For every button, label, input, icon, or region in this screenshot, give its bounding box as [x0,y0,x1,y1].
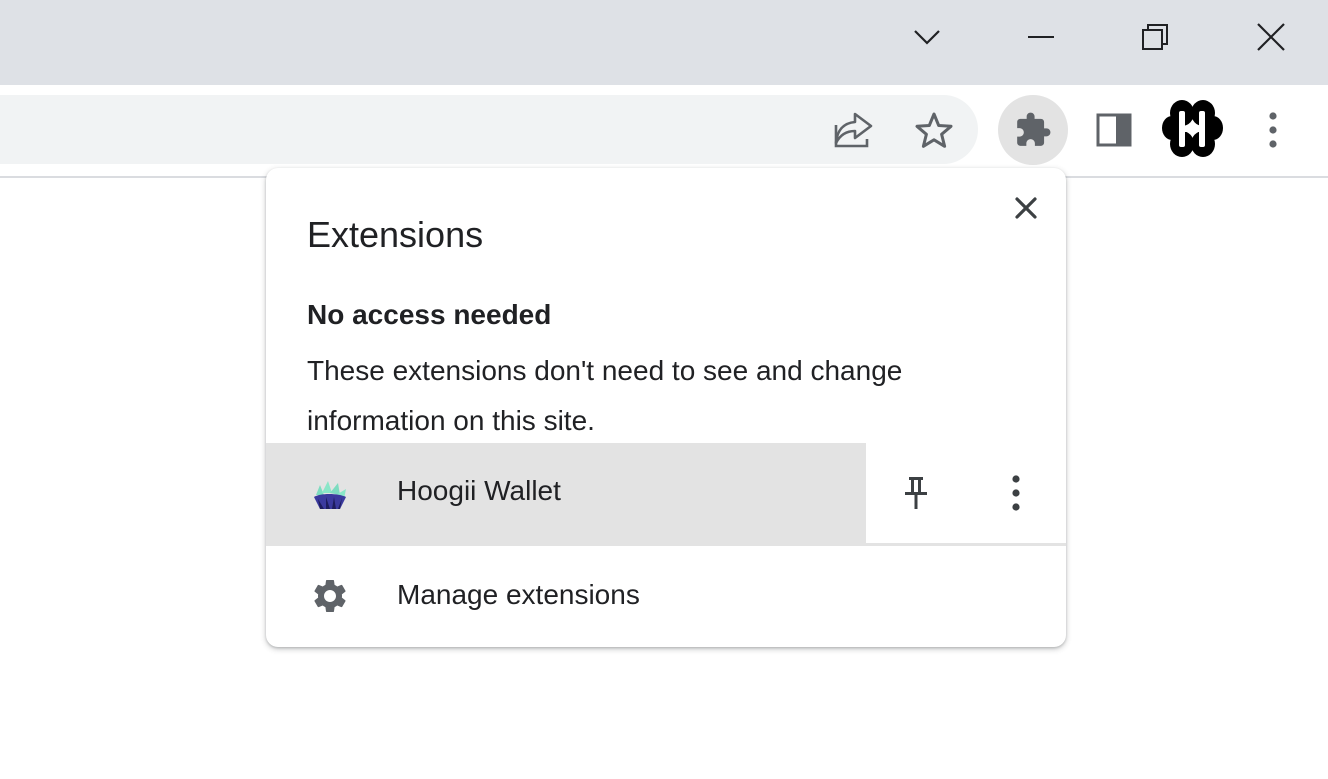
extensions-button[interactable] [998,95,1068,165]
share-button[interactable] [826,105,882,155]
close-icon [1257,23,1285,51]
kebab-menu-icon [1269,112,1277,148]
hoogii-wallet-icon [314,481,346,509]
gear-icon [314,580,346,612]
extension-item[interactable]: Hoogii Wallet [266,443,866,543]
popup-title: Extensions [307,214,484,255]
avatar[interactable] [1160,97,1224,161]
restore-icon [1142,24,1168,50]
manage-extensions-item[interactable]: Manage extensions [266,546,1066,647]
close-popup-button[interactable] [1006,188,1046,228]
kebab-menu-icon [1012,475,1020,511]
manage-extensions-label: Manage extensions [397,579,640,610]
side-panel-icon [1096,113,1132,147]
title-bar [0,0,1328,85]
close-icon [1015,197,1037,219]
minimize-icon [1028,36,1054,38]
chevron-down-icon [914,30,940,45]
address-bar[interactable] [0,95,978,164]
pin-icon [905,477,927,509]
share-icon [834,112,873,148]
extension-name: Hoogii Wallet [397,475,561,506]
chrome-menu-button[interactable] [1250,105,1296,155]
extensions-popup: Extensions No access needed These extens… [266,168,1066,647]
extension-more-actions-button[interactable] [991,468,1041,518]
tab-search-button[interactable] [870,0,984,74]
toolbar [0,85,1328,178]
extension-row: Hoogii Wallet [266,443,1066,543]
section-description: These extensions don't need to see and c… [307,355,903,436]
side-panel-button[interactable] [1090,105,1138,155]
extensions-puzzle-icon [1017,112,1051,146]
section-heading: No access needed [307,299,552,330]
restore-button[interactable] [1098,0,1212,74]
bookmark-button[interactable] [906,105,962,155]
profile-logo-icon [1161,98,1223,160]
close-window-button[interactable] [1214,0,1328,74]
minimize-button[interactable] [984,0,1098,74]
bookmark-star-icon [915,112,953,148]
pin-extension-button[interactable] [891,468,941,518]
